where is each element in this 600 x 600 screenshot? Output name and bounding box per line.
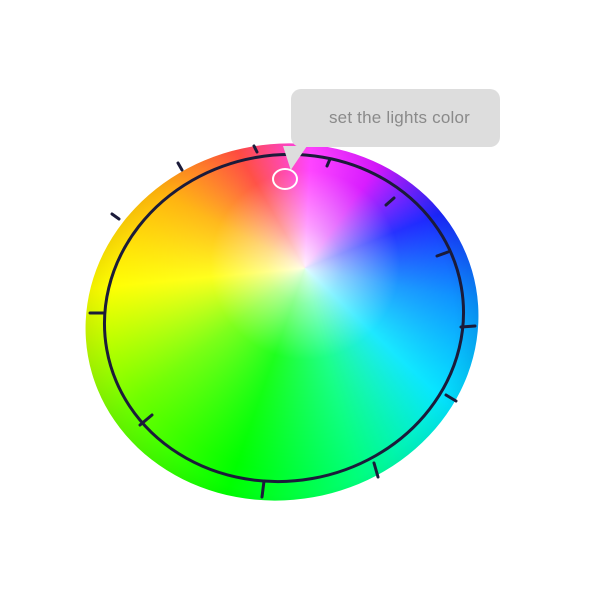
- color-wheel-surface[interactable]: [90, 140, 470, 500]
- tooltip-text: set the lights color: [328, 108, 470, 127]
- color-selector-handle[interactable]: [272, 168, 298, 190]
- color-picker-screen: set the lights color: [0, 0, 600, 600]
- segment-divider: [110, 212, 121, 221]
- tooltip: set the lights color: [291, 89, 500, 147]
- tooltip-pointer: [278, 146, 307, 170]
